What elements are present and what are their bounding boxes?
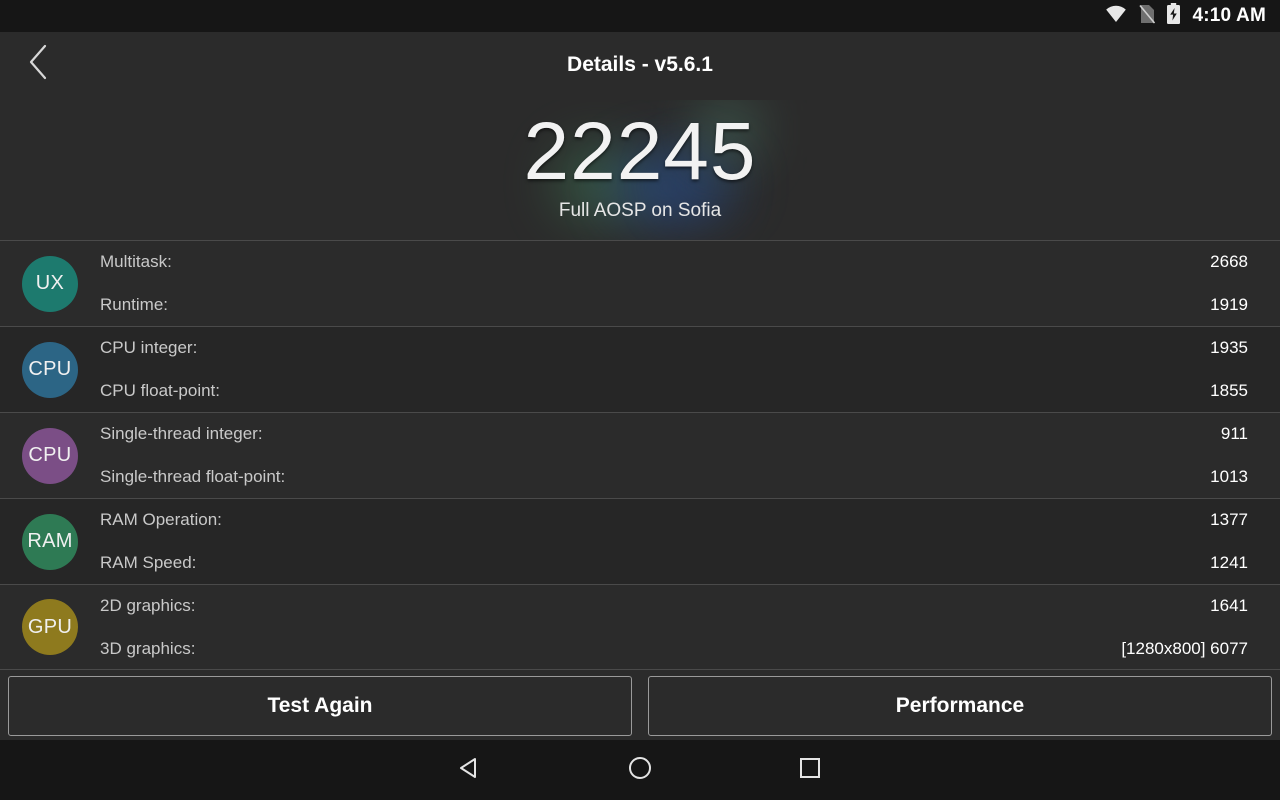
metric-label: 3D graphics: (100, 638, 196, 658)
metric-label: Runtime: (100, 295, 169, 314)
metric-label: CPU float-point: (100, 381, 220, 400)
category-badge-icon: GPU (22, 599, 78, 655)
metric-label: RAM Speed: (100, 553, 197, 572)
metric-value: 1013 (1210, 467, 1248, 486)
metric-value: 1641 (1210, 595, 1248, 615)
row-metrics: Single-thread integer: 911 Single-thread f… (100, 413, 1248, 499)
metric-label: 2D graphics: (100, 595, 196, 615)
status-icon-group (1105, 3, 1181, 29)
row-metrics: 2D graphics: 1641 3D graphics: [1280x800] 6… (100, 584, 1248, 670)
metric-line: RAM Operation: 1377 (100, 499, 1248, 542)
nav-home-circle-icon (626, 754, 654, 787)
metric-line: RAM Speed: 1241 (100, 542, 1248, 585)
app-screen: 4:10 AM Details - v5.6.1 22245 Full AOSP… (0, 0, 1280, 800)
status-bar: 4:10 AM (0, 0, 1280, 32)
row-metrics: RAM Operation: 1377 RAM Speed: 1241 (100, 499, 1248, 585)
device-name: Full AOSP on Sofia (558, 200, 722, 221)
metric-label: Single-thread float-point: (100, 467, 286, 486)
nav-recents-button[interactable] (725, 740, 895, 800)
category-badge-icon: UX (22, 255, 78, 312)
action-button-bar: Test Again Performance (0, 672, 1280, 740)
table-row[interactable]: UX Multitask: 2668 Runtime: 1919 (0, 240, 1280, 326)
no-sim-icon (1138, 4, 1156, 29)
nav-back-triangle-icon (456, 754, 484, 787)
metric-line: 2D graphics: 1641 (100, 584, 1248, 627)
app-header: Details - v5.6.1 (0, 32, 1280, 100)
metric-value: 1241 (1210, 553, 1248, 572)
metric-line: Runtime: 1919 (100, 284, 1248, 327)
page-title: Details - v5.6.1 (567, 53, 713, 76)
row-metrics: CPU integer: 1935 CPU float-point: 1855 (100, 327, 1248, 413)
metric-value: 1919 (1210, 295, 1248, 314)
table-row[interactable]: RAM RAM Operation: 1377 RAM Speed: 1241 (0, 498, 1280, 584)
score-hero: 22245 Full AOSP on Sofia (0, 100, 1280, 240)
metric-line: CPU float-point: 1855 (100, 370, 1248, 413)
category-badge-icon: CPU (22, 427, 78, 484)
metric-line: Single-thread integer: 911 (100, 413, 1248, 456)
metric-value: 1855 (1210, 381, 1248, 400)
nav-recents-square-icon (796, 754, 824, 787)
metric-line: Single-thread float-point: 1013 (100, 456, 1248, 499)
wifi-icon (1105, 5, 1127, 28)
metric-value: 1377 (1210, 510, 1248, 529)
metric-label: Multitask: (100, 252, 172, 271)
table-row[interactable]: GPU 2D graphics: 1641 3D graphics: [1280x800… (0, 584, 1280, 670)
metric-value: [1280x800] 6077 (1121, 638, 1248, 658)
metric-line: CPU integer: 1935 (100, 327, 1248, 370)
table-row[interactable]: CPU Single-thread integer: 911 Single-threa… (0, 412, 1280, 498)
metric-line: 3D graphics: [1280x800] 6077 (100, 627, 1248, 670)
nav-home-button[interactable] (555, 740, 725, 800)
metric-line: Multitask: 2668 (100, 241, 1248, 284)
performance-button[interactable]: Performance (648, 676, 1272, 736)
android-nav-bar (0, 740, 1280, 800)
metric-label: CPU integer: (100, 338, 198, 357)
status-clock: 4:10 AM (1192, 5, 1266, 26)
category-badge-icon: RAM (22, 513, 78, 570)
row-metrics: Multitask: 2668 Runtime: 1919 (100, 241, 1248, 327)
battery-charging-icon (1166, 3, 1181, 29)
table-row[interactable]: CPU CPU integer: 1935 CPU float-point: 1855 (0, 326, 1280, 412)
metric-label: Single-thread integer: (100, 424, 263, 443)
metric-label: RAM Operation: (100, 510, 222, 529)
metric-value: 1935 (1210, 338, 1248, 357)
metric-value: 911 (1220, 424, 1248, 443)
test-again-button[interactable]: Test Again (8, 676, 632, 736)
total-score: 22245 (523, 106, 757, 197)
benchmark-rows: UX Multitask: 2668 Runtime: 1919 CPU CPU integ… (0, 240, 1280, 670)
metric-value: 2668 (1210, 252, 1248, 271)
category-badge-icon: CPU (22, 341, 78, 398)
nav-back-button[interactable] (385, 740, 555, 800)
